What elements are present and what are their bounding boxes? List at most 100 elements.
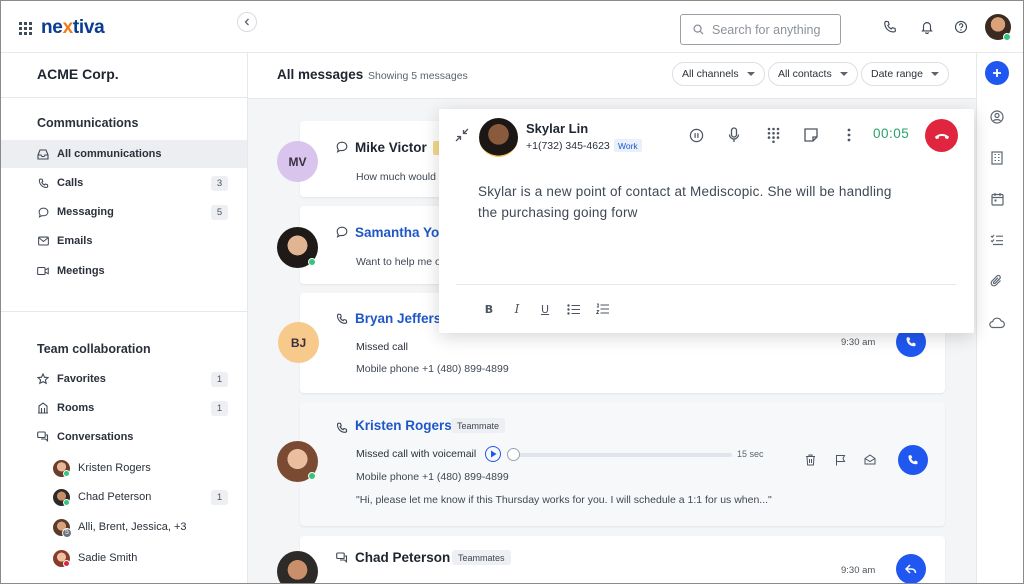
- online-status-icon: [308, 258, 316, 266]
- app-grid-icon[interactable]: [19, 22, 32, 35]
- avatar: [53, 549, 70, 567]
- bold-icon[interactable]: B: [482, 302, 496, 316]
- search-icon: [693, 24, 704, 35]
- conversation-item-kristen-rogers[interactable]: Kristen Rogers: [1, 454, 247, 482]
- group-count-icon: 5: [62, 527, 72, 538]
- filter-date-range[interactable]: Date range: [861, 62, 949, 86]
- filter-all-contacts[interactable]: All contacts: [768, 62, 858, 86]
- sidebar-item-calls[interactable]: Calls 3: [1, 169, 247, 197]
- plus-icon: [993, 69, 1001, 77]
- bullet-list-icon[interactable]: [567, 302, 581, 316]
- right-rail: [976, 53, 1023, 583]
- minimize-icon[interactable]: [455, 128, 471, 144]
- attachment-icon[interactable]: [989, 273, 1005, 289]
- hang-up-button[interactable]: [925, 119, 958, 152]
- end-call-icon: [934, 133, 949, 139]
- sidebar-item-emails[interactable]: Emails: [1, 227, 247, 255]
- keypad-button[interactable]: [764, 126, 782, 144]
- contact-icon[interactable]: [989, 109, 1005, 125]
- teammates-badge: Teammates: [452, 550, 511, 565]
- call-timer: 00:05: [873, 126, 910, 141]
- top-bar: nextiva: [1, 1, 1023, 53]
- trash-icon[interactable]: [805, 454, 817, 466]
- task-list-icon[interactable]: [989, 232, 1005, 248]
- contact-name[interactable]: Samantha You: [355, 225, 448, 240]
- play-voicemail-button[interactable]: [485, 446, 501, 462]
- conversation-item-sadie-smith[interactable]: Sadie Smith: [1, 544, 247, 572]
- italic-icon[interactable]: I: [510, 302, 524, 316]
- hold-button[interactable]: [687, 126, 705, 144]
- count-badge: 3: [211, 176, 228, 191]
- calendar-icon[interactable]: [989, 191, 1005, 207]
- editor-divider: [456, 284, 956, 285]
- bell-icon[interactable]: [919, 19, 935, 35]
- caller-phone: +1(732) 345-4623: [526, 140, 610, 152]
- nextiva-logo[interactable]: nextiva: [41, 17, 105, 39]
- microphone-icon: [728, 127, 740, 142]
- chevron-down-icon: [839, 72, 848, 76]
- sidebar-item-label: Messaging: [57, 206, 114, 218]
- search-input[interactable]: [712, 22, 832, 37]
- contact-name[interactable]: Kristen Rogers: [355, 418, 452, 433]
- message-preview: Want to help me o: [356, 256, 441, 268]
- flag-icon[interactable]: [835, 454, 847, 466]
- conversation-name: Kristen Rogers: [78, 462, 151, 474]
- sidebar-item-meetings[interactable]: Meetings: [1, 257, 247, 285]
- chat-bubble-icon: [336, 226, 348, 238]
- mute-button[interactable]: [725, 126, 743, 144]
- org-name: ACME Corp.: [37, 66, 119, 82]
- conversation-item-group[interactable]: 5 Alli, Brent, Jessica, +3: [1, 513, 247, 541]
- call-back-button[interactable]: [898, 445, 928, 475]
- sidebar-item-label: All communications: [57, 148, 162, 160]
- count-badge: 1: [211, 372, 228, 387]
- message-card[interactable]: Chad Peterson Teammates 9:30 am: [300, 536, 945, 583]
- sidebar-item-rooms[interactable]: Rooms 1: [1, 394, 247, 422]
- phone-icon: [906, 337, 916, 347]
- contact-name[interactable]: Mike Victor: [355, 140, 427, 155]
- contact-name[interactable]: Bryan Jeffers: [355, 311, 441, 326]
- company-icon[interactable]: [989, 150, 1005, 166]
- sidebar-item-messaging[interactable]: Messaging 5: [1, 198, 247, 226]
- conversation-item-chad-peterson[interactable]: Chad Peterson 1: [1, 483, 247, 511]
- app-window: nextiva ACME Corp. Communications All co…: [0, 0, 1024, 584]
- chat-bubbles-icon: [336, 552, 348, 564]
- caller-name: Skylar Lin: [526, 121, 589, 136]
- search-box[interactable]: [680, 14, 841, 45]
- contact-name[interactable]: Chad Peterson: [355, 550, 450, 565]
- call-note-editor[interactable]: Skylar is a new point of contact at Medi…: [478, 181, 908, 223]
- phone-number: Mobile phone +1 (480) 899-4899: [356, 471, 509, 483]
- voicemail-scrubber[interactable]: [507, 448, 520, 461]
- sidebar-item-all-communications[interactable]: All communications: [1, 140, 247, 168]
- reply-button[interactable]: [896, 554, 926, 583]
- star-icon: [37, 373, 49, 385]
- cloud-icon[interactable]: [989, 315, 1005, 331]
- call-status: Missed call: [356, 341, 408, 353]
- avatar: BJ: [278, 322, 319, 363]
- voicemail-transcript: "Hi, please let me know if this Thursday…: [356, 494, 772, 506]
- timestamp: 9:30 am: [841, 565, 876, 576]
- phone-icon[interactable]: [882, 19, 898, 35]
- sidebar-item-conversations[interactable]: Conversations: [1, 423, 247, 451]
- notes-button[interactable]: [802, 126, 820, 144]
- phone-number: Mobile phone +1 (480) 899-4899: [356, 363, 509, 375]
- more-options-button[interactable]: [840, 126, 858, 144]
- pause-icon: [689, 128, 703, 142]
- underline-icon[interactable]: U: [538, 302, 552, 316]
- phone-icon: [336, 313, 348, 325]
- voicemail-progress-track[interactable]: [512, 453, 732, 457]
- add-button[interactable]: [985, 61, 1009, 85]
- count-badge: 1: [211, 490, 228, 505]
- sidebar-item-favorites[interactable]: Favorites 1: [1, 365, 247, 393]
- mark-read-icon[interactable]: [864, 454, 876, 466]
- filter-all-channels[interactable]: All channels: [672, 62, 765, 86]
- chat-bubble-icon: [336, 141, 348, 153]
- numbered-list-icon[interactable]: [596, 302, 610, 316]
- sidebar-divider: [1, 97, 248, 98]
- avatar: MV: [277, 141, 318, 182]
- message-card[interactable]: Kristen Rogers Teammate Missed call with…: [300, 402, 945, 526]
- sidebar-item-label: Favorites: [57, 373, 106, 385]
- help-icon[interactable]: [953, 19, 969, 35]
- sidebar-item-label: Emails: [57, 235, 93, 247]
- online-status-icon: [63, 469, 70, 477]
- collapse-sidebar-button[interactable]: [237, 12, 257, 32]
